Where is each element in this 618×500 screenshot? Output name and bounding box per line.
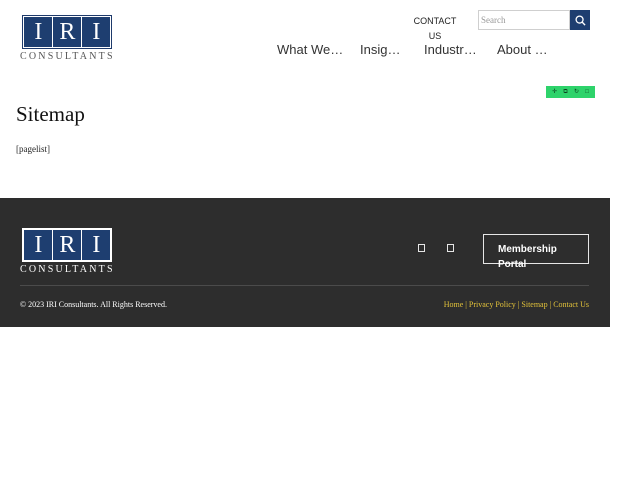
logo-letter: R bbox=[53, 230, 82, 260]
contact-us-link[interactable]: CONTACT US bbox=[410, 14, 460, 44]
footer-link-contact-us[interactable]: Contact Us bbox=[553, 300, 589, 309]
refresh-icon[interactable]: ↻ bbox=[574, 89, 579, 95]
nav-item-industries[interactable]: Industr… bbox=[424, 42, 477, 57]
logo-tagline: CONSULTANTS bbox=[20, 51, 115, 62]
footer-divider bbox=[20, 285, 589, 286]
logo-letter: I bbox=[24, 230, 53, 260]
logo-letter: I bbox=[82, 230, 111, 260]
copy-icon[interactable]: ⧉ bbox=[563, 89, 567, 95]
logo-letter: R bbox=[53, 17, 82, 47]
page-title: Sitemap bbox=[16, 102, 85, 126]
nav-item-what-we[interactable]: What We… bbox=[277, 42, 343, 57]
footer-links: Home | Privacy Policy | Sitemap | Contact Us bbox=[444, 300, 589, 309]
logo-letter: I bbox=[82, 17, 111, 47]
logo-mark: I R I bbox=[22, 15, 113, 49]
footer-link-sitemap[interactable]: Sitemap bbox=[521, 300, 547, 309]
membership-portal-button[interactable]: Membership Portal bbox=[483, 234, 589, 270]
pagelist-shortcode: [pagelist] bbox=[16, 144, 50, 154]
move-icon[interactable]: ✛ bbox=[552, 89, 557, 95]
social-icon-1[interactable] bbox=[418, 244, 425, 252]
logo-mark: I R I bbox=[22, 228, 113, 262]
footer-logo[interactable]: I R I CONSULTANTS bbox=[20, 228, 115, 275]
link-separator: | bbox=[549, 300, 552, 309]
logo-tagline: CONSULTANTS bbox=[20, 264, 115, 275]
social-icon-2[interactable] bbox=[447, 244, 454, 252]
search-icon bbox=[574, 14, 586, 26]
search-input[interactable]: Search bbox=[478, 10, 570, 30]
nav-item-about[interactable]: About … bbox=[497, 42, 548, 57]
footer-link-privacy-policy[interactable]: Privacy Policy bbox=[469, 300, 516, 309]
link-separator: | bbox=[517, 300, 520, 309]
site-logo[interactable]: I R I CONSULTANTS bbox=[20, 15, 115, 62]
nav-item-insights[interactable]: Insig… bbox=[360, 42, 400, 57]
link-separator: | bbox=[465, 300, 467, 309]
square-icon[interactable]: □ bbox=[585, 89, 589, 95]
logo-letter: I bbox=[24, 17, 53, 47]
search-button[interactable] bbox=[570, 10, 590, 30]
edit-toolbar: ✛ ⧉ ↻ □ bbox=[546, 86, 595, 98]
copyright-text: © 2023 IRI Consultants. All Rights Reser… bbox=[20, 300, 167, 309]
footer-link-home[interactable]: Home bbox=[444, 300, 464, 309]
